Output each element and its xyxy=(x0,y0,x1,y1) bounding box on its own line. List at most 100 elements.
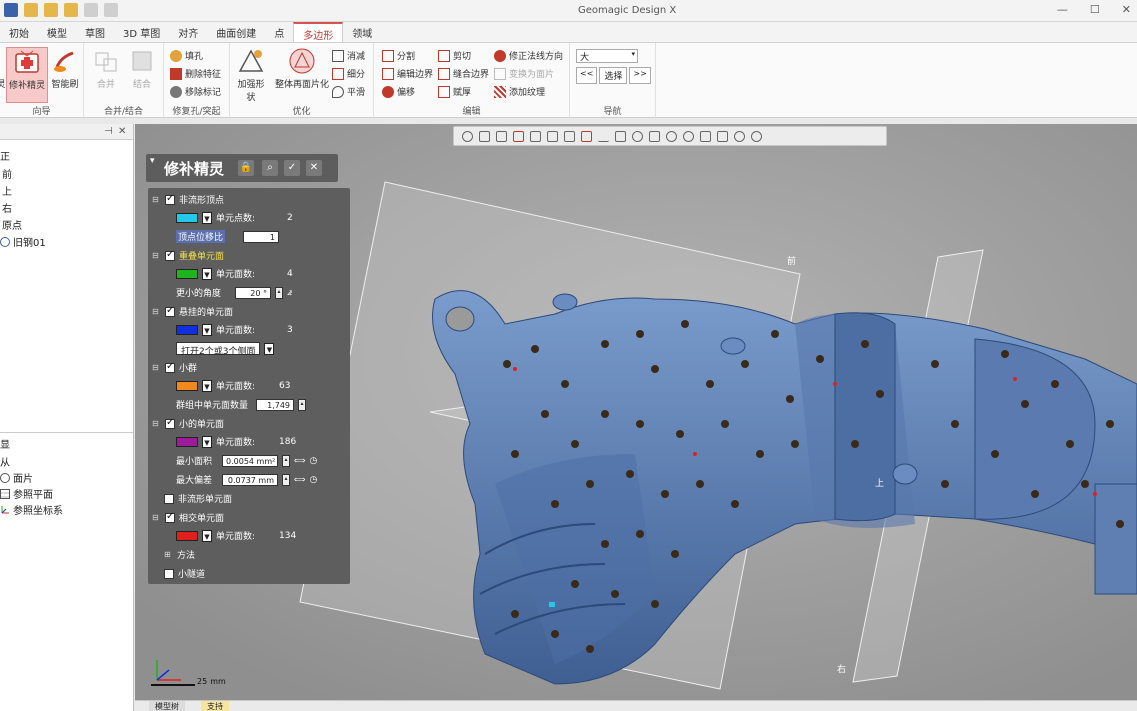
select-visible-icon[interactable] xyxy=(734,130,745,142)
select-flood-icon[interactable] xyxy=(700,130,711,142)
select-line-icon[interactable] xyxy=(598,131,609,142)
redo-icon[interactable] xyxy=(104,3,118,17)
search-icon[interactable]: ⌕ xyxy=(262,160,278,176)
chevron-down-icon[interactable]: ▼ xyxy=(202,267,212,280)
smaller-angle-input[interactable]: 20 ° xyxy=(235,286,272,299)
deviation-spinner[interactable]: ▴ xyxy=(282,473,291,486)
collapse-icon[interactable]: ▾ xyxy=(150,156,155,166)
tab-polygon[interactable]: 多边形 xyxy=(293,22,344,42)
tab-point[interactable]: 点 xyxy=(265,22,293,42)
vertex-offset-input[interactable]: 1 xyxy=(243,230,280,243)
iso-view-icon[interactable] xyxy=(581,130,592,142)
chevron-down-icon[interactable]: ▼ xyxy=(202,379,212,392)
select-rect-icon[interactable] xyxy=(615,130,626,142)
nav-select-button[interactable]: 选择 xyxy=(599,67,628,84)
tree-item-front[interactable]: 前 xyxy=(2,166,12,181)
display-mode-icon[interactable] xyxy=(496,130,507,142)
smart-brush-button[interactable]: 智能刷 xyxy=(48,47,82,90)
cancel-button[interactable]: ✕ xyxy=(306,160,322,176)
ok-button[interactable]: ✓ xyxy=(284,160,300,176)
select-paint-icon[interactable] xyxy=(683,130,694,142)
section-view-icon[interactable] xyxy=(513,130,524,142)
color-swatch-blue[interactable] xyxy=(176,324,198,335)
view-mode-icon[interactable] xyxy=(462,130,473,142)
split-button[interactable]: 分割 xyxy=(382,49,415,62)
decimate-button[interactable]: 消减 xyxy=(332,49,365,62)
tab-model[interactable]: 模型 xyxy=(38,22,76,42)
chevron-down-icon[interactable]: ▼ xyxy=(202,529,212,542)
tab-support[interactable]: 支持 xyxy=(201,701,229,711)
small-face-checkbox[interactable] xyxy=(165,417,175,429)
tab-region[interactable]: 领域 xyxy=(343,22,381,42)
min-area-input[interactable]: 0.0054 mm² xyxy=(222,454,279,467)
collapse-toggle[interactable]: ⊟ xyxy=(152,419,161,428)
angle-icon[interactable]: ⦨ xyxy=(287,288,292,298)
combine-button[interactable]: 结合 xyxy=(126,47,158,90)
tab-initial[interactable]: 初始 xyxy=(0,22,38,42)
measure-icon[interactable]: ⟺ xyxy=(294,475,305,484)
select-lasso-icon[interactable] xyxy=(666,130,677,142)
chevron-down-icon[interactable]: ▼ xyxy=(264,342,275,355)
undo-icon[interactable] xyxy=(84,3,98,17)
tab-surface[interactable]: 曲面创建 xyxy=(207,22,265,42)
reset-icon[interactable]: ◷ xyxy=(309,475,317,485)
color-swatch-green[interactable] xyxy=(176,268,198,279)
close-button[interactable]: ✕ xyxy=(1122,3,1131,16)
measure-icon[interactable]: ⟺ xyxy=(294,456,305,465)
tree-item-mesh[interactable]: 旧钢01 xyxy=(0,234,46,249)
close-icon[interactable]: ✕ xyxy=(118,126,126,137)
remove-feature-button[interactable]: 删除特征 xyxy=(170,67,221,80)
lock-icon[interactable]: 🔒 xyxy=(238,160,254,176)
trim-button[interactable]: 剪切 xyxy=(438,49,471,62)
angle-spinner[interactable]: ▴ xyxy=(275,286,284,299)
dangling-checkbox[interactable] xyxy=(165,305,175,317)
nonmanifold-vertex-checkbox[interactable] xyxy=(165,193,175,205)
display-item-ref-coord[interactable]: 参照坐标系 xyxy=(0,502,63,517)
small-cluster-checkbox[interactable] xyxy=(165,361,175,373)
area-spinner[interactable]: ▴ xyxy=(282,454,291,467)
remove-marker-button[interactable]: 移除标记 xyxy=(170,85,221,98)
eye-icon[interactable] xyxy=(751,130,762,142)
save-icon[interactable] xyxy=(4,3,18,17)
top-view-icon[interactable] xyxy=(547,130,558,142)
collapse-toggle[interactable]: ⊟ xyxy=(152,513,161,522)
smooth-button[interactable]: 平滑 xyxy=(332,85,365,98)
overlap-checkbox[interactable] xyxy=(165,249,175,261)
fill-hole-button[interactable]: 填孔 xyxy=(170,49,203,62)
enhance-shape-button[interactable]: 加强形状 xyxy=(234,47,268,103)
color-swatch-purple[interactable] xyxy=(176,436,198,447)
tree-item-origin[interactable]: 原点 xyxy=(2,217,22,232)
folder2-icon[interactable] xyxy=(64,3,78,17)
expand-toggle[interactable]: ⊞ xyxy=(164,550,173,559)
select-polygon-icon[interactable] xyxy=(649,130,660,142)
color-swatch-orange[interactable] xyxy=(176,380,198,391)
merge-button[interactable]: 合并 xyxy=(90,47,122,90)
dangling-option-select[interactable]: 打开2个或3个侧面 xyxy=(176,342,261,357)
right-view-icon[interactable] xyxy=(564,130,575,142)
collapse-toggle[interactable]: ⊟ xyxy=(152,251,161,260)
tab-model-tree[interactable]: 模型树 xyxy=(149,701,185,711)
tree-item-top[interactable]: 上 xyxy=(2,183,12,198)
tab-3d-sketch[interactable]: 3D 草图 xyxy=(114,22,169,42)
method-row[interactable]: ⊞ 方法 xyxy=(164,548,195,561)
add-texture-button[interactable]: 添加纹理 xyxy=(494,85,545,98)
repair-wizard-button[interactable]: 修补精灵 xyxy=(6,47,48,103)
chevron-down-icon[interactable]: ▼ xyxy=(202,435,212,448)
max-deviation-input[interactable]: 0.0737 mm xyxy=(222,473,279,486)
collapse-toggle[interactable]: ⊟ xyxy=(152,363,161,372)
pin-icon[interactable]: ⊣ xyxy=(104,126,113,137)
thicken-button[interactable]: 赋厚 xyxy=(438,85,471,98)
select-circle-icon[interactable] xyxy=(632,130,643,142)
intersect-checkbox[interactable] xyxy=(165,511,175,523)
chevron-down-icon[interactable]: ▼ xyxy=(202,211,212,224)
front-view-icon[interactable] xyxy=(530,130,541,142)
cluster-spinner[interactable]: ▴ xyxy=(298,398,307,411)
collapse-toggle[interactable]: ⊟ xyxy=(152,195,161,204)
tree-item-right[interactable]: 右 xyxy=(2,200,12,215)
display-item-patch[interactable]: 面片 xyxy=(0,470,33,485)
nonmanifold-face-checkbox[interactable] xyxy=(164,493,174,504)
open-icon[interactable] xyxy=(24,3,38,17)
select-extend-icon[interactable] xyxy=(717,130,728,142)
display-item-from[interactable]: 从 xyxy=(0,454,10,469)
tunnel-checkbox[interactable] xyxy=(164,568,174,579)
